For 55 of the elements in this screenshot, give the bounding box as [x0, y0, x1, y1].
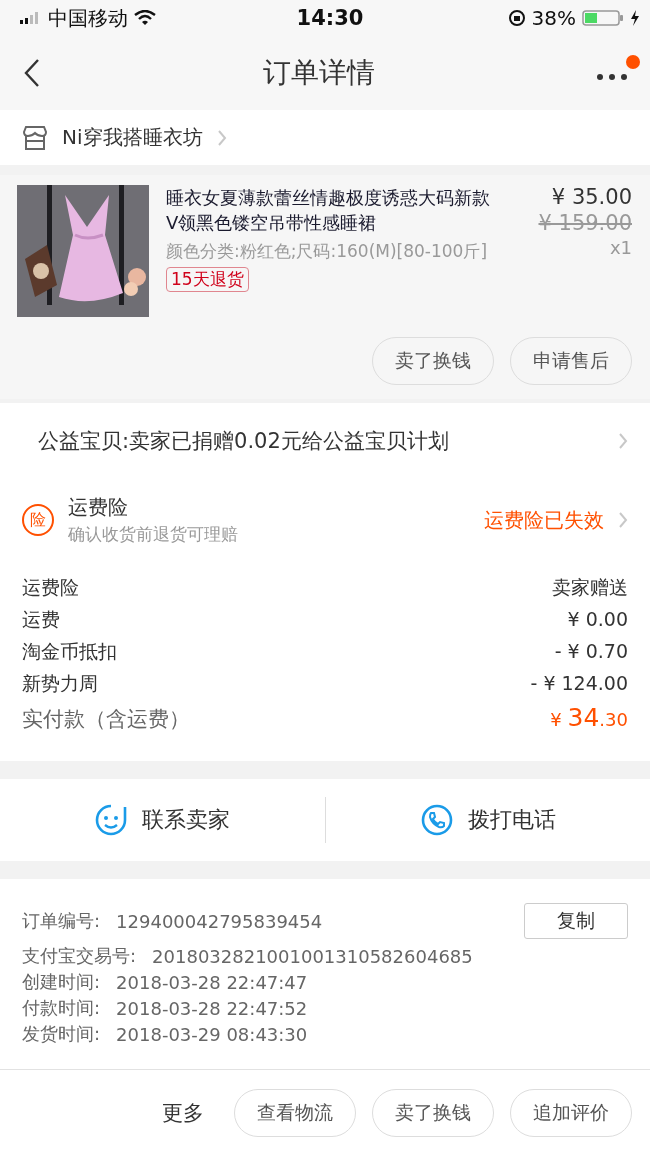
info-label: 付款时间:: [22, 996, 101, 1020]
fee-value: ¥ 0.00: [567, 608, 628, 630]
info-label: 订单编号:: [22, 909, 101, 933]
action-button[interactable]: 查看物流: [234, 1089, 356, 1137]
info-label: 创建时间:: [22, 970, 101, 994]
fee-label: 运费: [22, 607, 60, 632]
insurance-subtitle: 确认收货前退货可理赔: [68, 523, 239, 546]
page-title: 订单详情: [263, 55, 375, 91]
fee-label: 运费险: [22, 575, 79, 600]
charging-icon: [630, 10, 640, 26]
fee-value: - ¥ 124.00: [530, 672, 628, 694]
more-link[interactable]: 更多: [162, 1099, 204, 1127]
shop-icon: [22, 125, 48, 150]
fee-label: 新势力周: [22, 671, 98, 696]
fee-label: 淘金币抵扣: [22, 639, 117, 664]
carrier-name: 中国移动: [48, 4, 128, 32]
product-spec: 颜色分类:粉红色;尺码:160(M)[80-100斤]: [166, 240, 488, 263]
rotation-lock-icon: [507, 9, 526, 27]
info-value: 2018032821001001310582604685: [152, 945, 473, 967]
phone-icon: [419, 803, 454, 837]
contact-button[interactable]: 联系卖家: [0, 779, 325, 861]
insurance-title: 运费险: [68, 494, 129, 521]
action-button[interactable]: 申请售后: [510, 337, 632, 385]
original-price: ¥ 159.00: [538, 211, 632, 235]
product-price: ¥ 35.00: [551, 185, 632, 209]
insurance-icon: 险: [22, 504, 54, 536]
fee-value: - ¥ 0.70: [554, 640, 628, 662]
battery-percent: 38%: [531, 6, 576, 30]
more-icon: [596, 73, 628, 81]
chevron-icon: [618, 432, 628, 450]
info-value: 129400042795839454: [116, 910, 323, 932]
info-label: 支付宝交易号:: [22, 944, 137, 968]
wifi-icon: [134, 10, 156, 26]
call-button[interactable]: 拨打电话: [325, 779, 650, 861]
chevron-icon: [216, 128, 227, 147]
action-button[interactable]: 追加评价: [510, 1089, 632, 1137]
fee-value: 卖家赠送: [552, 575, 628, 600]
return-tag: 15天退货: [166, 267, 249, 292]
product-title[interactable]: 睡衣女夏薄款蕾丝情趣极度诱惑大码新款V领黑色镂空吊带性感睡裙: [166, 185, 495, 235]
info-value: 2018-03-29 08:43:30: [116, 1023, 308, 1045]
back-icon: [24, 58, 40, 88]
action-button[interactable]: 卖了换钱: [372, 1089, 494, 1137]
info-value: 2018-03-28 22:47:52: [116, 997, 308, 1019]
chevron-icon: [618, 511, 628, 529]
battery-icon: [582, 9, 624, 27]
action-button[interactable]: 卖了换钱: [372, 337, 494, 385]
info-label: 发货时间:: [22, 1022, 101, 1046]
total-amount: ¥ 34.30: [550, 703, 628, 732]
smiley-icon: [94, 803, 129, 837]
total-label: 实付款（含运费）: [22, 706, 190, 733]
shop-name[interactable]: Ni穿我搭睡衣坊: [62, 124, 203, 151]
info-value: 2018-03-28 22:47:47: [116, 971, 308, 993]
copy-button[interactable]: 复制: [524, 903, 628, 939]
clock-time: 14:30: [296, 6, 364, 30]
quantity: x1: [609, 237, 632, 258]
